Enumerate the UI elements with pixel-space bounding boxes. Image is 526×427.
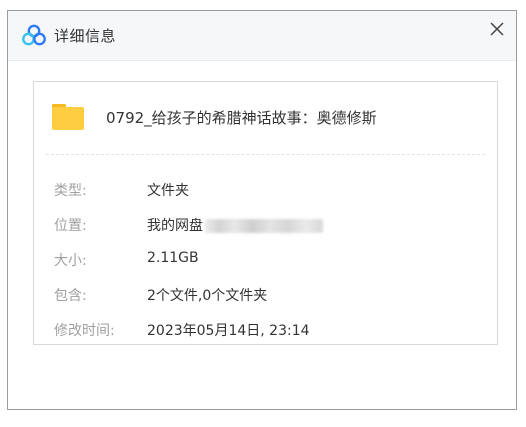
property-size: 大小: 2.11GB [34,250,497,270]
divider [46,154,485,155]
modified-value: 2023年05月14日, 23:14 [147,323,310,339]
title-bar: 详细信息 [8,11,516,61]
file-name: 0792_给孩子的希腊神话故事：奥德修斯 [106,109,377,127]
detail-dialog: 详细信息 0792_给孩子的希腊神话故事：奥德修斯 类型: 文件夹 位置: 我的… [7,10,517,410]
size-value: 2.11GB [147,250,199,266]
property-type: 类型: 文件夹 [34,180,497,200]
dialog-title: 详细信息 [54,27,117,45]
location-label: 位置: [54,218,87,234]
property-contains: 包含: 2个文件,0个文件夹 [34,285,497,305]
redacted-path [205,219,323,233]
property-location: 位置: 我的网盘 [34,215,497,235]
type-value: 文件夹 [147,183,189,199]
location-value: 我的网盘 [147,218,203,234]
modified-label: 修改时间: [54,323,115,339]
contains-label: 包含: [54,288,87,304]
type-label: 类型: [54,183,87,199]
size-label: 大小: [54,253,87,269]
close-icon[interactable] [486,18,508,40]
baidu-netdisk-logo-icon [22,24,46,46]
folder-icon [52,104,84,130]
property-modified: 修改时间: 2023年05月14日, 23:14 [34,320,497,340]
location-value-group: 我的网盘 [147,215,323,235]
properties-card: 0792_给孩子的希腊神话故事：奥德修斯 类型: 文件夹 位置: 我的网盘 大小… [33,81,498,345]
contains-value: 2个文件,0个文件夹 [147,288,268,304]
